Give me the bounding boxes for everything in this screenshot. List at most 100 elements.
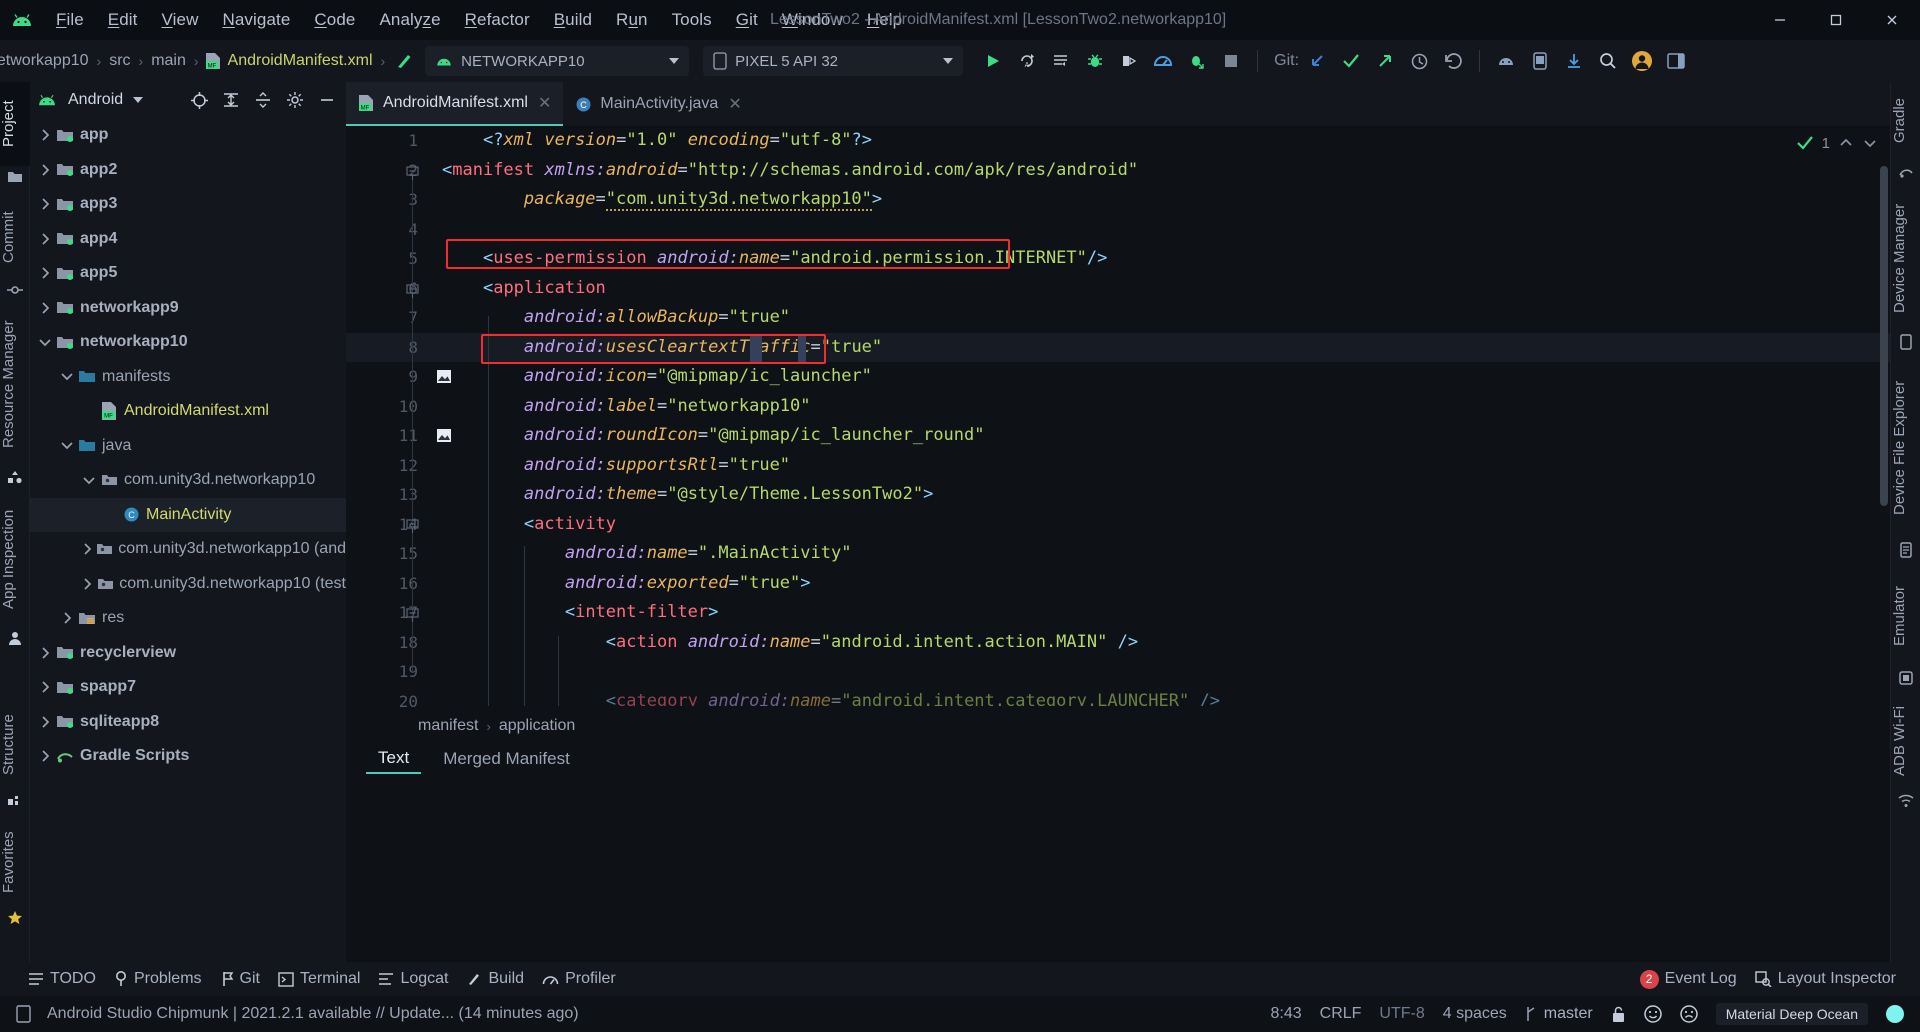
device-selector[interactable]: PIXEL 5 API 32: [703, 46, 964, 76]
git-push-button[interactable]: [1369, 46, 1401, 76]
code-line[interactable]: android:allowBackup="true": [428, 303, 1890, 333]
tool-window-terminal[interactable]: Terminal: [278, 970, 360, 988]
search-everywhere-icon[interactable]: [1592, 46, 1624, 76]
happy-face-icon[interactable]: [1643, 1005, 1662, 1023]
tree-item-recyclerview[interactable]: recyclerview: [30, 636, 346, 671]
tree-item-mainactivity[interactable]: C MainActivity: [30, 497, 346, 532]
theme-color-dot-icon[interactable]: [1886, 1005, 1904, 1023]
code-line[interactable]: android:supportsRtl="true": [428, 451, 1890, 481]
git-commit-button[interactable]: [1335, 46, 1367, 76]
chevron-down-icon[interactable]: [36, 338, 54, 347]
project-tree[interactable]: app app2 app3 app4 app5 networkapp9 networkapp…: [30, 118, 346, 962]
sidebar-item-device-manager[interactable]: Device Manager: [1891, 188, 1920, 328]
menu-analyze[interactable]: Analyze: [367, 8, 452, 32]
tree-item-androidmanifest-xml[interactable]: MF AndroidManifest.xml: [30, 394, 346, 429]
sidebar-item-emulator[interactable]: Emulator: [1891, 568, 1920, 664]
breadcrumb-module[interactable]: networkapp10: [0, 52, 95, 70]
code-line[interactable]: android:label="networkapp10": [428, 392, 1890, 422]
run-configuration-selector[interactable]: NETWORKAPP10: [425, 46, 690, 76]
tree-item-networkapp9[interactable]: networkapp9: [30, 291, 346, 326]
menu-run[interactable]: Run: [604, 8, 660, 32]
select-opened-file-icon[interactable]: [186, 87, 212, 113]
tree-item-manifests[interactable]: manifests: [30, 360, 346, 395]
collapse-all-icon[interactable]: [250, 87, 276, 113]
code-line[interactable]: android:theme="@style/Theme.LessonTwo2">: [428, 480, 1890, 510]
attach-debugger-button[interactable]: [1113, 46, 1145, 76]
tree-item-com-unity3d-networkapp10-and[interactable]: com.unity3d.networkapp10 (and: [30, 532, 346, 567]
theme-indicator[interactable]: Material Deep Ocean: [1715, 1003, 1868, 1025]
inspection-widget[interactable]: 1: [1796, 134, 1878, 152]
sync-gradle-button[interactable]: [1558, 46, 1590, 76]
sidebar-item-gradle[interactable]: Gradle: [1891, 82, 1920, 158]
run-with-coverage-button[interactable]: [1181, 46, 1213, 76]
sad-face-icon[interactable]: [1679, 1005, 1698, 1023]
code-text-area[interactable]: <?xml version="1.0" encoding="utf-8"?> <m…: [428, 126, 1890, 706]
tree-item-res[interactable]: res: [30, 601, 346, 636]
tab-merged-manifest[interactable]: Merged Manifest: [431, 746, 582, 772]
tree-item-app[interactable]: app: [30, 118, 346, 153]
editor-tab-mainactivity[interactable]: C MainActivity.java ✕: [563, 82, 753, 126]
chevron-right-icon[interactable]: [36, 681, 54, 693]
run-button[interactable]: [977, 46, 1009, 76]
menu-build[interactable]: Build: [542, 8, 604, 32]
code-line[interactable]: android:usesCleartextTraffic="true": [428, 332, 1890, 362]
tool-window-layout-inspector[interactable]: Layout Inspector: [1755, 970, 1896, 988]
editor-breadcrumb-manifest[interactable]: manifest: [418, 717, 478, 735]
avd-manager-button[interactable]: [1524, 46, 1556, 76]
previous-highlight-icon[interactable]: [1838, 135, 1854, 151]
editor-breadcrumb-application[interactable]: application: [499, 717, 576, 735]
menu-edit[interactable]: Edit: [96, 8, 150, 32]
sidebar-item-app-inspection[interactable]: App Inspection: [0, 494, 30, 624]
user-avatar[interactable]: [1626, 46, 1658, 76]
git-history-button[interactable]: [1403, 46, 1435, 76]
tool-window-problems[interactable]: Problems: [114, 970, 202, 988]
sidebar-item-commit[interactable]: Commit: [0, 194, 30, 280]
code-line[interactable]: [428, 657, 1890, 687]
tool-window-profiler[interactable]: Profiler: [542, 970, 616, 988]
chevron-right-icon[interactable]: [36, 716, 54, 728]
code-line[interactable]: <manifest xmlns:android="http://schemas.…: [428, 156, 1890, 186]
read-only-lock-icon[interactable]: [1611, 1006, 1626, 1023]
tree-item-com-unity3d-networkapp10[interactable]: com.unity3d.networkapp10: [30, 463, 346, 498]
sdk-manager-button[interactable]: [1490, 46, 1522, 76]
tool-window-todo[interactable]: TODO: [28, 970, 96, 988]
code-line[interactable]: android:name=".MainActivity": [428, 539, 1890, 569]
code-line[interactable]: <intent-filter>: [428, 598, 1890, 628]
chevron-right-icon[interactable]: [36, 233, 54, 245]
build-variant-icon[interactable]: [387, 50, 415, 72]
chevron-right-icon[interactable]: [36, 129, 54, 141]
hide-panel-icon[interactable]: [314, 87, 340, 113]
gear-icon[interactable]: [282, 87, 308, 113]
tree-item-app2[interactable]: app2: [30, 153, 346, 188]
stop-button[interactable]: [1215, 46, 1247, 76]
debug-button[interactable]: [1079, 46, 1111, 76]
file-encoding[interactable]: UTF-8: [1379, 1005, 1424, 1023]
chevron-down-icon[interactable]: [133, 97, 144, 103]
chevron-right-icon[interactable]: [80, 543, 95, 555]
menu-refactor[interactable]: Refactor: [453, 8, 542, 32]
code-line[interactable]: package="com.unity3d.networkapp10">: [428, 185, 1890, 215]
code-line[interactable]: android:icon="@mipmap/ic_launcher": [428, 362, 1890, 392]
apply-changes-button[interactable]: A: [1011, 46, 1043, 76]
tree-item-app5[interactable]: app5: [30, 256, 346, 291]
code-line[interactable]: android:roundIcon="@mipmap/ic_launcher_r…: [428, 421, 1890, 451]
tool-window-build[interactable]: Build: [466, 970, 524, 988]
menu-view[interactable]: View: [150, 8, 211, 32]
code-line[interactable]: android:exported="true">: [428, 569, 1890, 599]
maximize-button[interactable]: [1808, 0, 1864, 40]
code-editor[interactable]: 1 2 3 4 5 6 7 8 9 10 11 12 13 14 15 16 17 18 19 20 <?xml ve…: [346, 126, 1890, 711]
menu-code[interactable]: Code: [302, 8, 367, 32]
chevron-down-icon[interactable]: [58, 372, 76, 381]
git-update-button[interactable]: [1301, 46, 1333, 76]
sidebar-item-project[interactable]: Project: [0, 82, 30, 166]
menu-git[interactable]: Git: [724, 8, 770, 32]
git-branch-widget[interactable]: master: [1525, 1005, 1593, 1023]
apply-code-changes-button[interactable]: [1045, 46, 1077, 76]
tree-item-networkapp10[interactable]: networkapp10: [30, 325, 346, 360]
menu-file[interactable]: File: [44, 8, 96, 32]
fold-collapse-icon[interactable]: [406, 519, 419, 534]
chevron-right-icon[interactable]: [80, 578, 96, 590]
menu-navigate[interactable]: Navigate: [210, 8, 302, 32]
tool-window-git[interactable]: Git: [220, 970, 260, 988]
fold-collapse-icon[interactable]: [406, 608, 419, 623]
